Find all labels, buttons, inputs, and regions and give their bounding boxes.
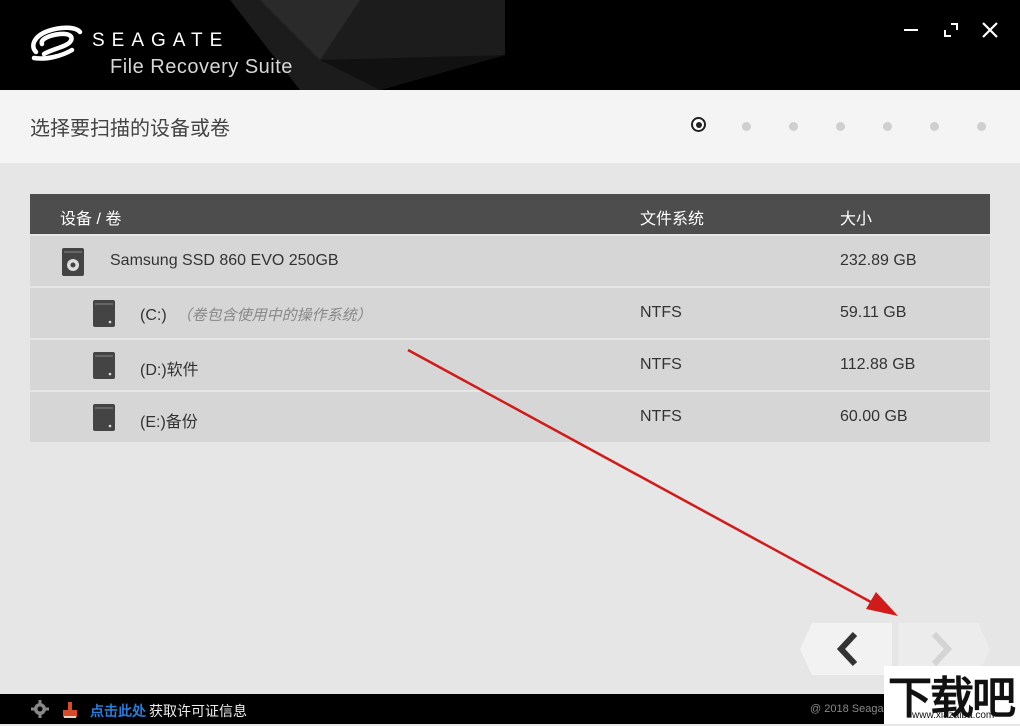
table-row[interactable]: Samsung SSD 860 EVO 250GB 232.89 GB: [30, 236, 990, 286]
watermark-url: www.xiazaiba.com: [912, 710, 995, 721]
table-row[interactable]: (C:) （卷包含使用中的操作系统） NTFS 59.11 GB: [30, 288, 990, 338]
device-table: 设备 / 卷 文件系统 大小 Samsung SSD 860 EVO 250GB…: [30, 194, 990, 442]
volume-note: （卷包含使用中的操作系统）: [176, 307, 372, 324]
column-header-device: 设备 / 卷: [60, 211, 122, 228]
minimize-icon[interactable]: [899, 18, 923, 42]
seagate-logo-icon: [31, 25, 83, 61]
filesystem-cell: NTFS: [640, 356, 682, 373]
license-info-text: 获取许可证信息: [149, 703, 247, 719]
column-header-size: 大小: [840, 211, 873, 228]
step-indicator: [0, 90, 1020, 163]
copyright-text: @ 2018 Seaga: [810, 703, 884, 715]
watermark: 下载吧 www.xiazaiba.com: [884, 666, 1020, 724]
title-bar: SEAGATE File Recovery Suite: [0, 0, 1020, 90]
table-row[interactable]: (E:)备份 NTFS 60.00 GB: [30, 392, 990, 442]
back-button[interactable]: [800, 623, 892, 675]
step-dot-5: [883, 122, 892, 131]
maximize-icon[interactable]: [939, 18, 963, 42]
filesystem-cell: NTFS: [640, 304, 682, 321]
device-name: Samsung SSD 860 EVO 250GB: [110, 252, 339, 269]
license-link[interactable]: 点击此处: [90, 701, 146, 721]
size-cell: 60.00 GB: [840, 408, 908, 425]
size-cell: 232.89 GB: [840, 252, 917, 269]
column-header-filesystem: 文件系统: [640, 211, 705, 228]
gear-icon[interactable]: [30, 699, 50, 719]
brand-name: SEAGATE: [92, 30, 230, 51]
volume-name: (E:)备份: [140, 414, 198, 431]
disk-icon: [62, 248, 84, 276]
step-dot-1: [691, 117, 706, 132]
step-dot-3: [789, 122, 798, 131]
volume-icon: [93, 300, 115, 327]
volume-name: (D:)软件: [140, 362, 199, 379]
step-dot-6: [930, 122, 939, 131]
step-dot-7: [977, 122, 986, 131]
table-row[interactable]: (D:)软件 NTFS 112.88 GB: [30, 340, 990, 390]
step-dot-4: [836, 122, 845, 131]
product-name: File Recovery Suite: [110, 56, 293, 78]
step-dot-2: [742, 122, 751, 131]
volume-icon: [93, 404, 115, 431]
license-icon[interactable]: [60, 699, 80, 719]
step-bar: 选择要扫描的设备或卷: [0, 90, 1020, 163]
table-header: 设备 / 卷 文件系统 大小: [30, 194, 990, 234]
volume-icon: [93, 352, 115, 379]
size-cell: 59.11 GB: [840, 304, 907, 321]
volume-name: (C:): [140, 307, 167, 324]
volume-label: (C:) （卷包含使用中的操作系统）: [140, 304, 372, 325]
filesystem-cell: NTFS: [640, 408, 682, 425]
size-cell: 112.88 GB: [840, 356, 916, 373]
close-icon[interactable]: [978, 18, 1002, 42]
status-bar: 点击此处 获取许可证信息 @ 2018 Seaga: [0, 694, 1020, 724]
